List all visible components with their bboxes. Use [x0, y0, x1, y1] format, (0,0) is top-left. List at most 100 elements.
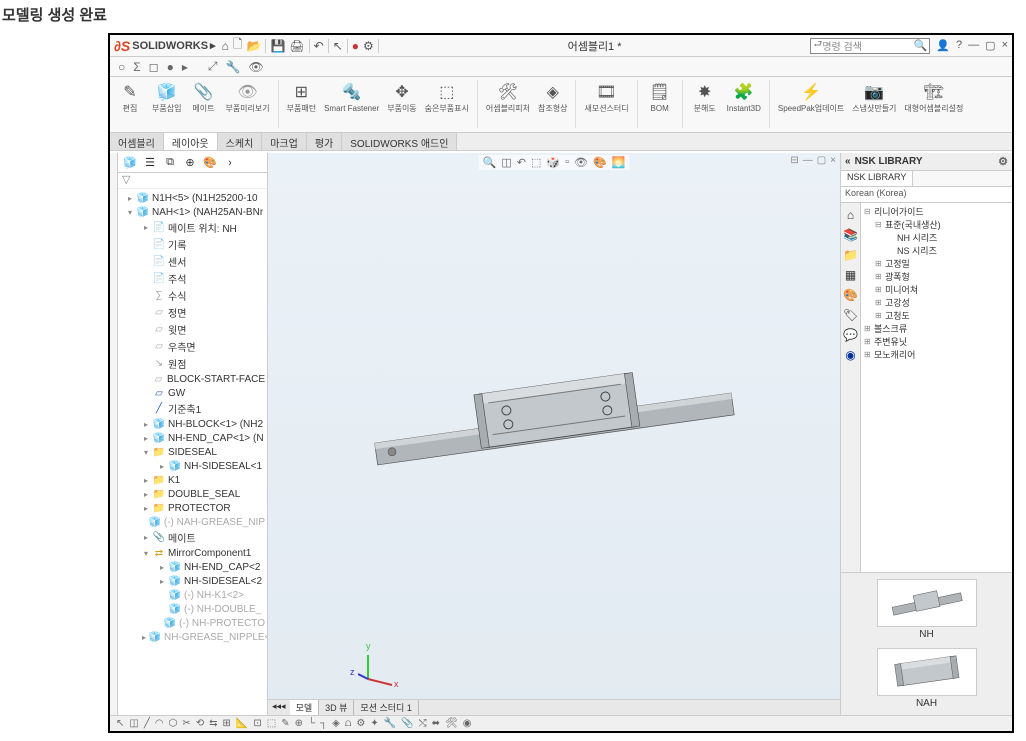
ribbon-speedpak[interactable]: ⚡SpeedPak업데이트	[778, 80, 844, 113]
cat-linear-guide[interactable]: ⊟리니어가이드	[863, 205, 1010, 218]
ribbon-motion-study[interactable]: 🎞새모션스터디	[584, 80, 628, 113]
tree-node-mates[interactable]: ▸📎메이트	[118, 529, 267, 546]
save-icon[interactable]: 💾	[270, 39, 285, 53]
sb-icon[interactable]: ⬚	[267, 718, 276, 729]
tree-node-nh-sideseal2[interactable]: ▸🧊NH-SIDESEAL<2	[118, 574, 267, 588]
thumb-nah[interactable]: NAH	[867, 648, 987, 709]
tab-markup[interactable]: 마크업	[262, 133, 307, 150]
options-icon[interactable]: ⚙	[363, 39, 374, 53]
tree-node-nh-k1-2[interactable]: 🧊(-) NH-K1<2>	[118, 588, 267, 602]
sb-icon[interactable]: ⊕	[295, 718, 303, 729]
ribbon-show-hidden[interactable]: ⬚숨은부품표시	[425, 80, 469, 113]
tree-node-block-start-face[interactable]: ▱BLOCK-START-FACE	[118, 372, 267, 386]
ribbon-smart-fastener[interactable]: 🔩Smart Fastener	[324, 80, 379, 113]
home-icon[interactable]: ⌂	[222, 39, 229, 53]
tree-node-right-plane[interactable]: ▱우측면	[118, 338, 267, 355]
graphics-viewport[interactable]: 🔍 ◫ ↶ ⬚ 🎲 ▫ 👁 🎨 🌅 ⊟ — ▢ ×	[268, 153, 840, 715]
tree-node-annotation[interactable]: 📄주석	[118, 270, 267, 287]
sb-icon[interactable]: ⚙	[356, 718, 365, 729]
feature-tree[interactable]: ▸🧊N1H<5> (N1H25200-10 ▾🧊NAH<1> (NAH25AN-…	[118, 189, 267, 715]
task-tab-nsk[interactable]: NSK LIBRARY	[841, 171, 913, 186]
vtab-props-icon[interactable]: 🏷	[843, 307, 859, 323]
sb-icon[interactable]: ⤭	[419, 718, 427, 729]
print-icon[interactable]: 🖨	[289, 39, 304, 53]
sb-icon[interactable]: 🛠	[445, 718, 458, 729]
rebuild-icon[interactable]: 🔧	[226, 60, 241, 74]
tree-node-nh-grease[interactable]: ▸🧊NH-GREASE_NIPPLE<1	[118, 630, 267, 644]
tab-addins[interactable]: SOLIDWORKS 애드인	[342, 133, 457, 150]
vp-tab-model[interactable]: 모델	[290, 700, 320, 715]
display-style-icon[interactable]: ▫	[565, 156, 569, 169]
appearance-icon[interactable]: 🎨	[593, 156, 607, 169]
cat-standard[interactable]: ⊟표준(국내생산)	[863, 218, 1010, 231]
sb-icon[interactable]: 🔧	[384, 718, 396, 729]
new-icon[interactable]: 🗋	[233, 35, 243, 56]
tree-tab-display-icon[interactable]: 🎨	[202, 155, 218, 171]
sb-icon[interactable]: ◠	[155, 718, 164, 729]
sb-icon[interactable]: ✂	[182, 718, 190, 729]
thumb-nh[interactable]: NH	[867, 579, 987, 640]
tree-node-nh-endcap1[interactable]: ▸🧊NH-END_CAP<1> (N	[118, 431, 267, 445]
tree-node-nh-endcap2[interactable]: ▸🧊NH-END_CAP<2	[118, 560, 267, 574]
ribbon-snapshot[interactable]: 📷스냅샷만들기	[852, 80, 896, 113]
tree-node-top-plane[interactable]: ▱윗면	[118, 321, 267, 338]
tree-node-protector[interactable]: ▸📁PROTECTOR	[118, 501, 267, 515]
app-dropdown-icon[interactable]: ▸	[210, 39, 216, 52]
cat-precision[interactable]: ⊞고정밀	[863, 257, 1010, 270]
user-icon[interactable]: 👤	[936, 39, 950, 52]
sb-icon[interactable]: ✎	[281, 718, 289, 729]
ribbon-assembly-feature[interactable]: 🛠어셈블리피처	[486, 80, 530, 113]
traffic-light-icon[interactable]: ●	[352, 39, 359, 53]
tab-layout[interactable]: 레이아웃	[164, 133, 218, 150]
ribbon-exploded-view[interactable]: ✸분해도	[691, 80, 719, 113]
vp-collapse-icon[interactable]: ⊟	[790, 155, 798, 166]
sb-icon[interactable]: └	[308, 718, 315, 729]
sb-icon[interactable]: ◉	[463, 718, 472, 729]
tree-node-nh-double[interactable]: 🧊(-) NH-DOUBLE_	[118, 602, 267, 616]
sb-icon[interactable]: 📐	[236, 718, 248, 729]
play-icon[interactable]: ◻	[149, 60, 159, 74]
ribbon-move[interactable]: ✥부품이동	[387, 80, 416, 113]
ribbon-large-asm[interactable]: 🏗대형어셈블리설정	[904, 80, 963, 113]
sb-icon[interactable]: ⬡	[169, 718, 178, 729]
sb-icon[interactable]: ↖	[116, 718, 124, 729]
tree-node-gw[interactable]: ▱GW	[118, 386, 267, 400]
tree-filter[interactable]: ▽	[118, 173, 267, 189]
cat-peripheral[interactable]: ⊞주변유닛	[863, 335, 1010, 348]
cat-ballscrew[interactable]: ⊞볼스크류	[863, 322, 1010, 335]
hide-show-icon[interactable]: 👁	[574, 156, 588, 169]
tree-node-axis[interactable]: ╱기준축1	[118, 400, 267, 417]
tree-node-sensor[interactable]: 📄센서	[118, 253, 267, 270]
tab-sketch[interactable]: 스케치	[218, 133, 263, 150]
sb-icon[interactable]: ⩍	[345, 718, 352, 729]
sb-icon[interactable]: ┐	[320, 718, 327, 729]
ribbon-edit-component[interactable]: ✎편집	[116, 80, 144, 113]
select-icon[interactable]: ↖	[333, 39, 343, 53]
sb-icon[interactable]: 📎	[401, 718, 413, 729]
nsk-category-tree[interactable]: ⊟리니어가이드 ⊟표준(국내생산) NH 시리즈 NS 시리즈 ⊞고정밀 ⊞광폭…	[861, 203, 1012, 572]
vtab-appearance-icon[interactable]: 🎨	[843, 287, 859, 303]
undo-icon[interactable]: ↶	[314, 39, 324, 53]
cat-wide[interactable]: ⊞광폭형	[863, 270, 1010, 283]
ribbon-pattern[interactable]: ⊞부품패턴	[287, 80, 316, 113]
tree-node-nah-grease[interactable]: 🧊(-) NAH-GREASE_NIP	[118, 515, 267, 529]
visibility-icon[interactable]: 👁	[248, 60, 263, 74]
tree-node-nh-block[interactable]: ▸🧊NH-BLOCK<1> (NH2	[118, 417, 267, 431]
gear-icon[interactable]: ⚙	[998, 155, 1008, 168]
tree-node-nah[interactable]: ▾🧊NAH<1> (NAH25AN-BNr	[118, 205, 267, 219]
vp-tabs-prev-icon[interactable]: ◂◂◂	[268, 700, 290, 715]
tree-node-k1[interactable]: ▸📁K1	[118, 473, 267, 487]
vtab-forum-icon[interactable]: 💬	[843, 327, 859, 343]
language-selector[interactable]: Korean (Korea)	[841, 187, 1012, 203]
tree-tab-feature-icon[interactable]: 🧊	[122, 155, 138, 171]
view-orient-icon[interactable]: 🎲	[546, 156, 560, 169]
vp-close-icon[interactable]: ×	[830, 155, 836, 166]
zoom-fit-icon[interactable]: 🔍	[483, 156, 497, 169]
tab-assembly[interactable]: 어셈블리	[110, 133, 164, 150]
ribbon-insert-component[interactable]: 🧊부품삽입	[152, 80, 181, 113]
tree-node-origin[interactable]: ↘원점	[118, 355, 267, 372]
pause-icon[interactable]: ▸	[182, 60, 188, 74]
tree-node-nh-sideseal1[interactable]: ▸🧊NH-SIDESEAL<1	[118, 459, 267, 473]
help-icon[interactable]: ?	[956, 39, 962, 52]
vp-tab-motion[interactable]: 모션 스터디 1	[354, 700, 418, 715]
